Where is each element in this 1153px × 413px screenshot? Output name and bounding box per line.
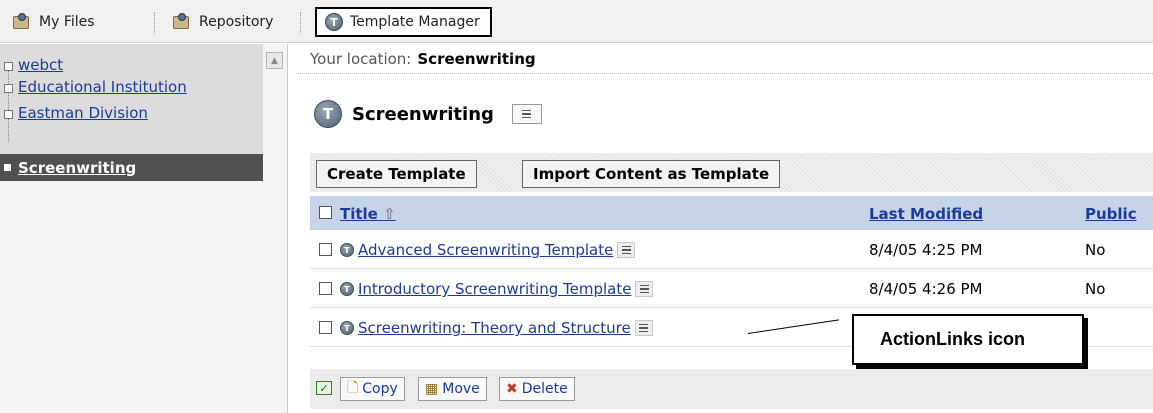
- template-icon: T: [340, 243, 354, 257]
- page-title: Screenwriting: [352, 103, 494, 125]
- template-icon: T: [325, 13, 343, 31]
- last-modified-cell: 8/4/05 4:25 PM: [869, 241, 983, 259]
- action-links-icon: [639, 323, 649, 333]
- row-title-cell: T Screenwriting: Theory and Structure: [340, 319, 653, 337]
- action-links-button[interactable]: [617, 242, 636, 258]
- move-label: Move: [442, 381, 480, 397]
- tree-item-screenwriting[interactable]: Screenwriting: [0, 154, 263, 181]
- tab-template-manager[interactable]: T Template Manager: [315, 7, 492, 37]
- tree-node-box: [4, 109, 13, 119]
- public-cell: No: [1085, 241, 1106, 259]
- copy-icon: 🗋: [347, 380, 359, 396]
- tab-repository[interactable]: Repository: [172, 9, 273, 35]
- repository-icon: [172, 12, 192, 32]
- last-modified-cell: 8/4/05 4:26 PM: [869, 280, 983, 298]
- tab-my-files-label: My Files: [39, 14, 95, 30]
- tree-item-eastman-division[interactable]: Eastman Division: [4, 102, 148, 124]
- bulk-actions-bar: ✓ 🗋 Copy ▦ Move ✖ Delete: [310, 369, 1153, 409]
- selected-node-icon: [4, 164, 11, 171]
- copy-button[interactable]: 🗋 Copy: [340, 377, 405, 401]
- copy-label: Copy: [362, 381, 398, 397]
- template-icon: T: [314, 100, 342, 128]
- template-link[interactable]: Screenwriting: Theory and Structure: [358, 319, 631, 337]
- page-heading: T Screenwriting: [314, 100, 542, 128]
- tab-my-files[interactable]: My Files: [12, 9, 95, 35]
- my-files-icon: [12, 12, 32, 32]
- action-links-button[interactable]: [635, 281, 654, 297]
- template-icon: T: [340, 321, 354, 335]
- tree-node-box: [4, 61, 13, 71]
- template-link[interactable]: Introductory Screenwriting Template: [358, 280, 631, 298]
- row-checkbox[interactable]: [319, 243, 332, 256]
- action-links-icon: [621, 245, 631, 255]
- row-checkbox[interactable]: [319, 321, 332, 334]
- select-all-checkbox[interactable]: [319, 206, 332, 219]
- tree-ancestors-area: webct Educational Institution Eastman Di…: [0, 44, 263, 154]
- location-prefix: Your location:: [310, 49, 412, 68]
- sort-ascending-icon: ⇧: [383, 205, 396, 223]
- row-title-cell: T Introductory Screenwriting Template: [340, 280, 654, 298]
- public-cell: No: [1085, 280, 1106, 298]
- tree-item-label[interactable]: Eastman Division: [18, 104, 148, 122]
- top-tab-bar: My Files Repository T Template Manager: [0, 0, 1153, 43]
- row-title-cell: T Advanced Screenwriting Template: [340, 241, 636, 259]
- column-header-last-modified[interactable]: Last Modified: [869, 205, 983, 223]
- column-header-public[interactable]: Public: [1085, 205, 1137, 223]
- action-links-icon: [639, 284, 649, 294]
- action-links-button[interactable]: [511, 104, 542, 124]
- tree-item-label[interactable]: webct: [18, 56, 63, 74]
- column-header-title[interactable]: Title ⇧: [340, 205, 396, 223]
- row-checkbox[interactable]: [319, 282, 332, 295]
- action-links-icon: [522, 109, 532, 119]
- breadcrumb: Your location: Screenwriting: [296, 44, 1153, 74]
- create-template-button[interactable]: Create Template: [316, 160, 477, 188]
- delete-icon: ✖: [506, 381, 518, 397]
- table-row: T Introductory Screenwriting Template 8/…: [310, 270, 1153, 308]
- template-link[interactable]: Advanced Screenwriting Template: [358, 241, 613, 259]
- tab-separator: [300, 12, 301, 34]
- tree-item-label[interactable]: Screenwriting: [18, 159, 136, 177]
- table-row: T Advanced Screenwriting Template 8/4/05…: [310, 231, 1153, 269]
- move-button[interactable]: ▦ Move: [418, 377, 487, 401]
- location-value: Screenwriting: [417, 49, 536, 68]
- tab-repository-label: Repository: [199, 14, 274, 30]
- folder-tree-panel: webct Educational Institution Eastman Di…: [0, 44, 288, 413]
- delete-button[interactable]: ✖ Delete: [499, 377, 575, 401]
- tree-item-webct[interactable]: webct: [4, 54, 63, 76]
- tree-node-box: [4, 83, 13, 93]
- callout-label: ActionLinks icon: [852, 314, 1084, 365]
- tab-template-manager-label: Template Manager: [350, 14, 480, 30]
- action-links-button[interactable]: [634, 320, 653, 336]
- tree-item-educational-institution[interactable]: Educational Institution: [4, 76, 187, 98]
- table-header: Title ⇧ Last Modified Public: [310, 196, 1153, 230]
- template-icon: T: [340, 282, 354, 296]
- move-icon: ▦: [425, 381, 439, 397]
- tab-separator: [154, 12, 155, 34]
- scroll-up-button[interactable]: ▲: [266, 52, 283, 69]
- import-content-button[interactable]: Import Content as Template: [522, 160, 781, 188]
- toolbar: Create Template Import Content as Templa…: [310, 153, 1153, 192]
- select-all-icon[interactable]: ✓: [316, 381, 332, 395]
- tree-item-label[interactable]: Educational Institution: [18, 78, 187, 96]
- delete-label: Delete: [521, 381, 568, 397]
